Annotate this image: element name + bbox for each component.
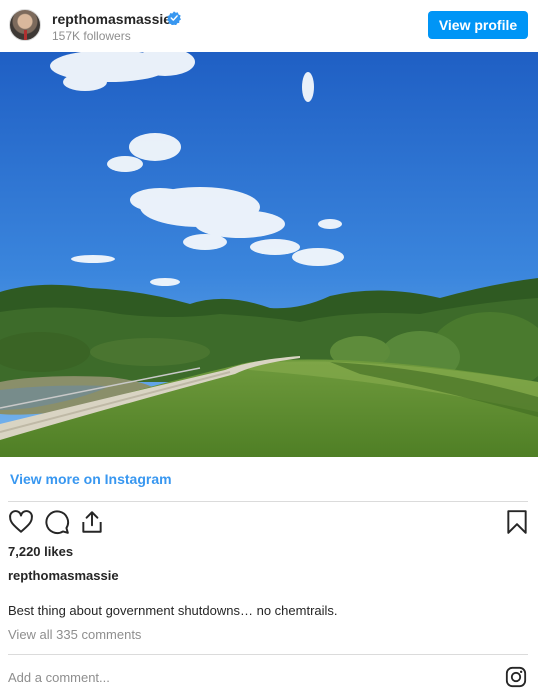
instagram-embed-card: repthomasmassie 157K followers View prof… [0,0,538,698]
like-count[interactable]: 7,220 likes [8,544,73,559]
add-comment-input[interactable]: Add a comment... [8,670,110,685]
divider [8,501,528,502]
post-image[interactable] [0,52,538,457]
instagram-icon[interactable] [505,666,527,688]
post-caption: Best thing about government shutdowns… n… [8,603,338,618]
action-bar [0,506,538,540]
post-owner-username[interactable]: repthomasmassie [8,568,119,583]
divider [8,654,528,655]
verified-badge-icon [167,11,181,25]
landscape-photo [0,52,538,457]
follower-count: 157K followers [52,29,131,43]
username[interactable]: repthomasmassie [52,11,171,27]
view-all-comments-link[interactable]: View all 335 comments [8,627,141,642]
post-header: repthomasmassie 157K followers View prof… [0,0,538,52]
bookmark-icon[interactable] [504,509,530,535]
comment-icon[interactable] [44,509,70,535]
avatar[interactable] [9,9,41,41]
heart-icon[interactable] [8,509,34,535]
share-icon[interactable] [79,509,105,535]
view-more-on-instagram-link[interactable]: View more on Instagram [10,471,172,488]
view-profile-button[interactable]: View profile [428,11,528,39]
